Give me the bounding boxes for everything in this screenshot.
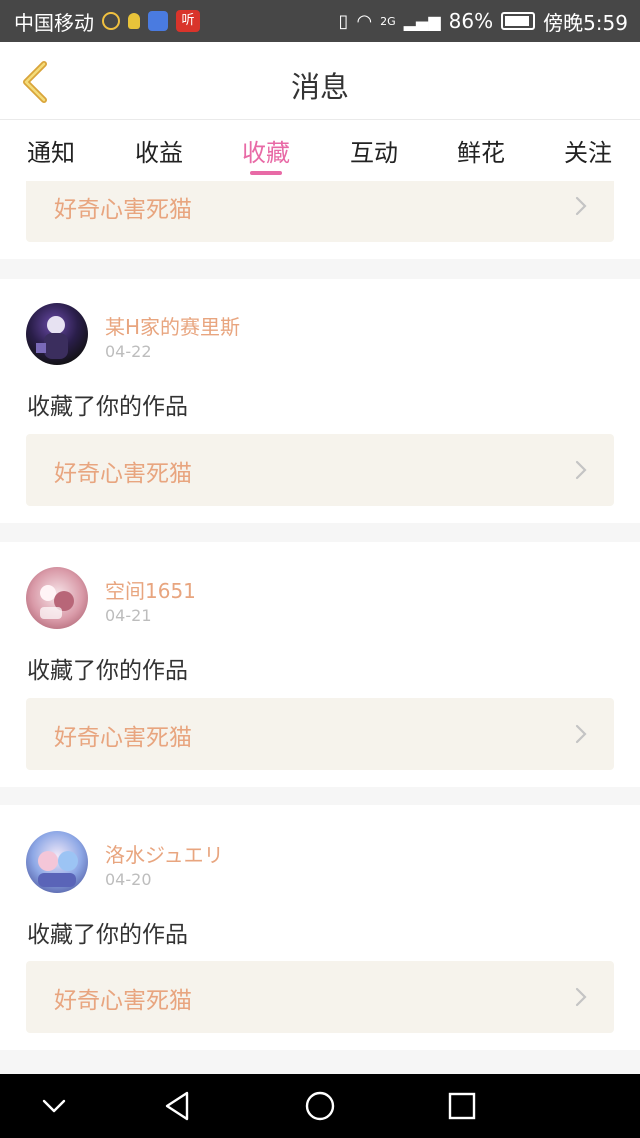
bulb-icon xyxy=(128,13,140,29)
wifi-icon: ◠ xyxy=(356,10,373,32)
user-name[interactable]: 空间1651 xyxy=(105,575,196,604)
work-link[interactable]: 好奇心害死猫 xyxy=(26,434,614,506)
music-app-icon xyxy=(148,11,168,31)
chevron-right-icon xyxy=(575,724,587,744)
tab-favorites[interactable]: 收藏 xyxy=(226,133,306,168)
status-left: 中国移动 听 xyxy=(14,7,200,36)
work-title: 好奇心害死猫 xyxy=(54,461,192,487)
system-nav-bar xyxy=(0,1074,640,1138)
active-tab-indicator xyxy=(250,171,282,175)
status-bar: 中国移动 听 ▯ ◠ 2G ▂▄▆ 86% 傍晚5:59 xyxy=(0,0,640,42)
chevron-down-icon[interactable] xyxy=(36,1088,72,1124)
action-text: 收藏了你的作品 xyxy=(27,394,188,420)
chevron-right-icon xyxy=(575,196,587,216)
list-item: 好奇心害死猫 xyxy=(0,181,640,259)
app-screen: 中国移动 听 ▯ ◠ 2G ▂▄▆ 86% 傍晚5:59 消息 通知 收益 收藏… xyxy=(0,0,640,1138)
recents-square-icon[interactable] xyxy=(444,1088,480,1124)
user-name[interactable]: 洛水ジュエリ xyxy=(105,839,224,868)
tab-follow[interactable]: 关注 xyxy=(548,133,628,168)
message-list[interactable]: 好奇心害死猫 某H家的赛里斯 04-22 收藏了你的作品 好奇心害死猫 空间16… xyxy=(0,181,640,1074)
clock: 傍晚5:59 xyxy=(543,10,628,35)
tab-notice[interactable]: 通知 xyxy=(11,133,91,168)
network-type-label: 2G xyxy=(380,14,396,28)
back-triangle-icon[interactable] xyxy=(160,1088,196,1124)
vibrate-icon: ▯ xyxy=(338,10,349,32)
timestamp: 04-21 xyxy=(105,606,152,625)
avatar-art xyxy=(38,851,78,887)
work-title: 好奇心害死猫 xyxy=(54,988,192,1014)
action-text: 收藏了你的作品 xyxy=(27,922,188,948)
header: 消息 xyxy=(0,42,640,120)
battery-icon xyxy=(501,12,536,30)
avatar[interactable] xyxy=(26,831,88,893)
user-name[interactable]: 某H家的赛里斯 xyxy=(105,311,240,340)
signal-icon: ▂▄▆ xyxy=(403,11,441,31)
timestamp: 04-20 xyxy=(105,870,152,889)
avatar[interactable] xyxy=(26,567,88,629)
chevron-right-icon xyxy=(575,460,587,480)
avatar[interactable] xyxy=(26,303,88,365)
battery-percent: 86% xyxy=(448,9,494,33)
action-text: 收藏了你的作品 xyxy=(27,658,188,684)
work-title: 好奇心害死猫 xyxy=(54,197,192,223)
list-item: 空间1651 04-21 收藏了你的作品 好奇心害死猫 xyxy=(0,542,640,787)
tab-bar: 通知 收益 收藏 互动 鲜花 关注 xyxy=(0,121,640,181)
timestamp: 04-22 xyxy=(105,342,152,361)
avatar-art xyxy=(40,585,74,619)
tab-flowers[interactable]: 鲜花 xyxy=(441,133,521,168)
work-link[interactable]: 好奇心害死猫 xyxy=(26,961,614,1033)
list-item: 某H家的赛里斯 04-22 收藏了你的作品 好奇心害死猫 xyxy=(0,279,640,523)
listen-app-icon: 听 xyxy=(176,10,200,32)
status-right: ▯ ◠ 2G ▂▄▆ 86% 傍晚5:59 xyxy=(339,7,628,36)
carrier-label: 中国移动 xyxy=(14,10,94,35)
work-link[interactable]: 好奇心害死猫 xyxy=(26,181,614,242)
avatar-art xyxy=(36,316,68,359)
sync-icon xyxy=(102,12,120,30)
list-item: 洛水ジュエリ 04-20 收藏了你的作品 好奇心害死猫 xyxy=(0,805,640,1050)
work-title: 好奇心害死猫 xyxy=(54,725,192,751)
tab-earnings[interactable]: 收益 xyxy=(119,133,199,168)
tab-interaction[interactable]: 互动 xyxy=(334,133,414,168)
work-link[interactable]: 好奇心害死猫 xyxy=(26,698,614,770)
page-title: 消息 xyxy=(290,70,349,104)
chevron-right-icon xyxy=(575,987,587,1007)
home-circle-icon[interactable] xyxy=(302,1088,338,1124)
